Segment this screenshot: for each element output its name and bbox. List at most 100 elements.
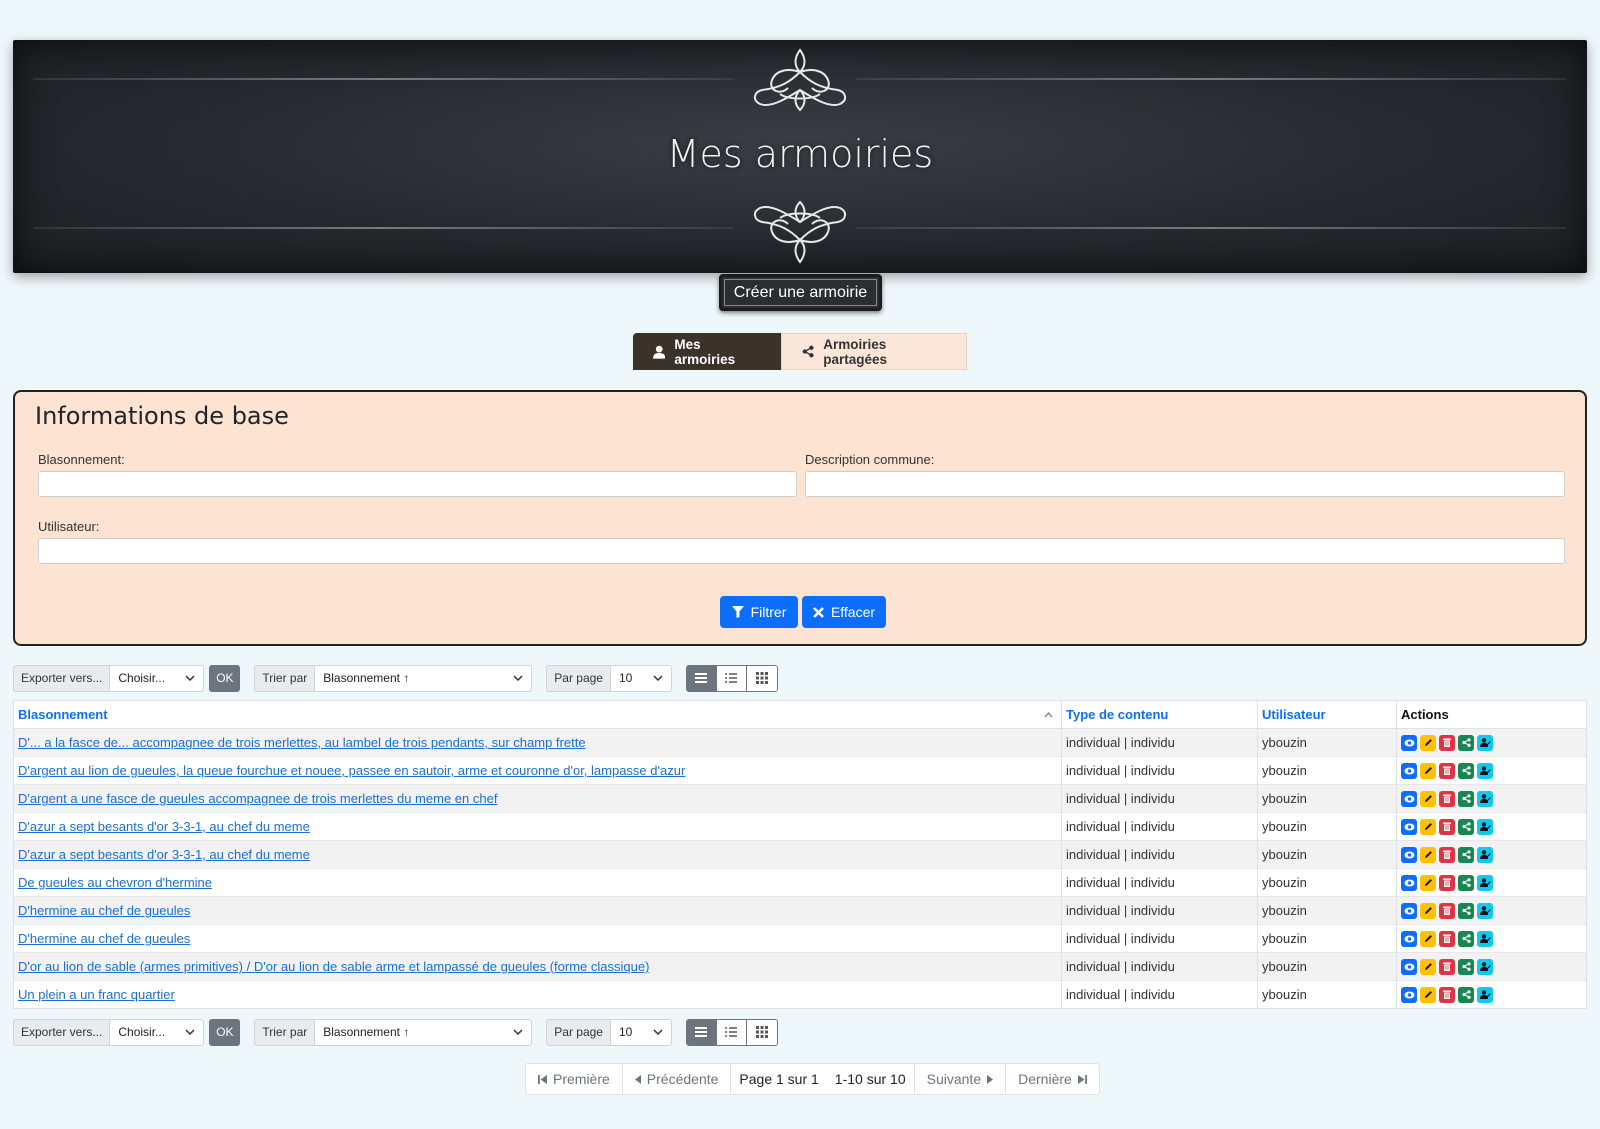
blasonnement-link[interactable]: D'... a la fasce de... accompagnee de tr…: [18, 735, 586, 750]
prev-page-button[interactable]: Précédente: [623, 1064, 732, 1094]
cell-type-contenu: individual | individu: [1061, 980, 1258, 1009]
share-button[interactable]: [1458, 874, 1474, 891]
blasonnement-link[interactable]: D'or au lion de sable (armes primitives)…: [18, 959, 649, 974]
detail-view-button[interactable]: [716, 665, 747, 691]
assign-user-button[interactable]: [1477, 902, 1493, 919]
grid-view-button[interactable]: [746, 1019, 777, 1045]
delete-button[interactable]: [1439, 846, 1455, 863]
edit-button[interactable]: [1420, 986, 1436, 1003]
table-view-button[interactable]: [686, 665, 717, 691]
edit-button[interactable]: [1420, 930, 1436, 947]
trash-icon: [1443, 990, 1451, 999]
assign-user-button[interactable]: [1477, 734, 1493, 751]
delete-button[interactable]: [1439, 986, 1455, 1003]
grid-icon: [755, 672, 768, 684]
clear-button[interactable]: Effacer: [802, 596, 886, 628]
assign-user-button[interactable]: [1477, 846, 1493, 863]
blasonnement-link[interactable]: Un plein a un franc quartier: [18, 987, 175, 1002]
filter-button[interactable]: Filtrer: [720, 596, 798, 628]
assign-user-button[interactable]: [1477, 986, 1493, 1003]
blasonnement-link[interactable]: D'argent a une fasce de gueules accompag…: [18, 791, 497, 806]
column-header-utilisateur[interactable]: Utilisateur: [1257, 700, 1397, 729]
share-button[interactable]: [1458, 818, 1474, 835]
blasonnement-link[interactable]: D'azur a sept besants d'or 3-3-1, au che…: [18, 847, 310, 862]
description-input[interactable]: [805, 471, 1565, 497]
blasonnement-link[interactable]: D'azur a sept besants d'or 3-3-1, au che…: [18, 819, 310, 834]
table-view-button[interactable]: [686, 1019, 717, 1045]
grid-view-button[interactable]: [746, 665, 777, 691]
cell-actions: [1396, 840, 1587, 869]
edit-button[interactable]: [1420, 958, 1436, 975]
perpage-label: Par page: [546, 1018, 610, 1046]
delete-button[interactable]: [1439, 902, 1455, 919]
user-edit-icon: [1479, 990, 1491, 999]
assign-user-button[interactable]: [1477, 762, 1493, 779]
delete-button[interactable]: [1439, 874, 1455, 891]
view-button[interactable]: [1401, 958, 1417, 975]
share-button[interactable]: [1458, 734, 1474, 751]
edit-button[interactable]: [1420, 846, 1436, 863]
next-page-button[interactable]: Suivante: [915, 1064, 1007, 1094]
assign-user-button[interactable]: [1477, 958, 1493, 975]
edit-button[interactable]: [1420, 734, 1436, 751]
first-page-button[interactable]: Première: [526, 1064, 623, 1094]
view-button[interactable]: [1401, 734, 1417, 751]
assign-user-button[interactable]: [1477, 874, 1493, 891]
delete-button[interactable]: [1439, 762, 1455, 779]
view-button[interactable]: [1401, 902, 1417, 919]
blasonnement-link[interactable]: D'argent au lion de gueules, la queue fo…: [18, 763, 685, 778]
tab-mes-armoiries[interactable]: Mes armoiries: [633, 333, 781, 370]
delete-button[interactable]: [1439, 790, 1455, 807]
blasonnement-input[interactable]: [38, 471, 797, 497]
view-button[interactable]: [1401, 818, 1417, 835]
blasonnement-link[interactable]: D'hermine au chef de gueules: [18, 931, 190, 946]
view-button[interactable]: [1401, 790, 1417, 807]
share-button[interactable]: [1458, 762, 1474, 779]
edit-button[interactable]: [1420, 902, 1436, 919]
delete-button[interactable]: [1439, 930, 1455, 947]
view-button[interactable]: [1401, 762, 1417, 779]
share-button[interactable]: [1458, 986, 1474, 1003]
assign-user-button[interactable]: [1477, 818, 1493, 835]
assign-user-button[interactable]: [1477, 790, 1493, 807]
utilisateur-input[interactable]: [38, 538, 1565, 564]
perpage-select[interactable]: 10: [609, 1018, 672, 1046]
action-buttons: [1401, 986, 1582, 1003]
export-ok-button[interactable]: OK: [209, 664, 241, 692]
view-button[interactable]: [1401, 874, 1417, 891]
page-title: Mes armoiries: [666, 132, 934, 176]
export-select[interactable]: Choisir...: [109, 1018, 205, 1046]
share-button[interactable]: [1458, 790, 1474, 807]
export-ok-button[interactable]: OK: [209, 1018, 241, 1046]
create-armoirie-button[interactable]: Créer une armoirie: [719, 274, 882, 311]
share-button[interactable]: [1458, 930, 1474, 947]
blasonnement-link[interactable]: De gueules au chevron d'hermine: [18, 875, 212, 890]
detail-view-button[interactable]: [716, 1019, 747, 1045]
blasonnement-link[interactable]: D'hermine au chef de gueules: [18, 903, 190, 918]
delete-button[interactable]: [1439, 734, 1455, 751]
table-row: D'hermine au chef de gueules individual |…: [13, 896, 1587, 925]
view-button[interactable]: [1401, 930, 1417, 947]
share-button[interactable]: [1458, 846, 1474, 863]
delete-button[interactable]: [1439, 958, 1455, 975]
assign-user-button[interactable]: [1477, 930, 1493, 947]
edit-button[interactable]: [1420, 818, 1436, 835]
sort-select[interactable]: Blasonnement ↑: [314, 664, 533, 692]
column-header-type[interactable]: Type de contenu: [1061, 700, 1258, 729]
column-header-blasonnement[interactable]: Blasonnement: [13, 700, 1062, 729]
view-button[interactable]: [1401, 846, 1417, 863]
share-button[interactable]: [1458, 902, 1474, 919]
sort-select[interactable]: Blasonnement ↑: [314, 1018, 533, 1046]
delete-button[interactable]: [1439, 818, 1455, 835]
perpage-select[interactable]: 10: [609, 664, 672, 692]
view-button[interactable]: [1401, 986, 1417, 1003]
user-edit-icon: [1479, 934, 1491, 943]
share-button[interactable]: [1458, 958, 1474, 975]
edit-button[interactable]: [1420, 874, 1436, 891]
tab-armoiries-partagees[interactable]: Armoiries partagées: [781, 333, 967, 370]
export-select[interactable]: Choisir...: [109, 664, 205, 692]
edit-button[interactable]: [1420, 762, 1436, 779]
edit-button[interactable]: [1420, 790, 1436, 807]
last-page-button[interactable]: Dernière: [1006, 1064, 1099, 1094]
share-icon: [1461, 738, 1471, 747]
